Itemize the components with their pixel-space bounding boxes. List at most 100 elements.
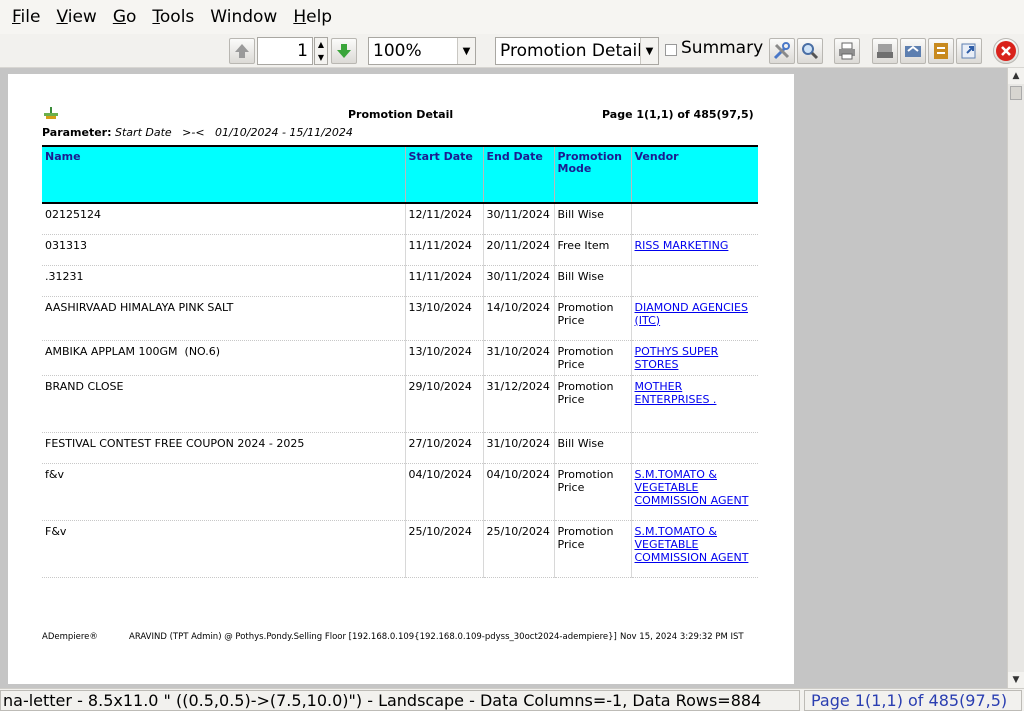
export-icon	[961, 43, 976, 59]
vendor-link[interactable]: DIAMOND AGENCIES (ITC)	[635, 301, 748, 327]
report-toolbar: 1 ▲ ▼ 100% ▼ Promotion Detail ▼ Summary	[0, 34, 1024, 68]
table-row: BRAND CLOSE 29/10/2024 31/12/2024 Promot…	[42, 375, 758, 433]
cell-promotion-mode: Promotion Price	[553, 340, 631, 376]
export-button[interactable]	[956, 38, 982, 64]
page-number-input[interactable]: 1	[257, 37, 313, 65]
column-header-end-date[interactable]: End Date	[482, 146, 554, 203]
archive-icon	[905, 45, 921, 57]
mail-printer-icon	[877, 44, 893, 58]
table-row: F&v 25/10/2024 25/10/2024 Promotion Pric…	[42, 520, 758, 578]
table-row: FESTIVAL CONTEST FREE COUPON 2024 - 2025…	[42, 432, 758, 464]
cell-end-date: 31/10/2024	[482, 340, 554, 376]
vendor-link[interactable]: S.M.TOMATO & VEGETABLE COMMISSION AGENT	[635, 525, 749, 564]
menu-bar: File View Go Tools Window Help	[0, 0, 1024, 34]
print-button[interactable]	[834, 38, 860, 64]
previous-page-button[interactable]	[229, 38, 255, 64]
menu-file[interactable]: File	[4, 0, 48, 34]
menu-go[interactable]: Go	[105, 0, 145, 34]
cell-vendor	[630, 432, 758, 464]
send-mail-button[interactable]	[872, 38, 898, 64]
menu-help[interactable]: Help	[285, 0, 340, 34]
column-header-name[interactable]: Name	[42, 146, 405, 203]
close-button[interactable]	[993, 38, 1019, 64]
next-page-button[interactable]	[331, 38, 357, 64]
cell-start-date: 27/10/2024	[404, 432, 483, 464]
footer-timestamp: Nov 15, 2024 3:29:32 PM IST	[620, 632, 744, 642]
archive-button[interactable]	[900, 38, 926, 64]
menu-tools[interactable]: Tools	[144, 0, 202, 34]
cell-start-date: 11/11/2024	[404, 234, 483, 266]
scroll-up-arrow-icon[interactable]: ▲	[1008, 68, 1024, 84]
cell-name: FESTIVAL CONTEST FREE COUPON 2024 - 2025	[42, 432, 405, 464]
chevron-down-icon: ▼	[640, 38, 658, 64]
arrow-up-icon	[235, 44, 249, 58]
cell-name: F&v	[42, 520, 405, 578]
report-button[interactable]	[928, 38, 954, 64]
cell-start-date: 13/10/2024	[404, 296, 483, 341]
cell-end-date: 30/11/2024	[482, 203, 554, 235]
cell-promotion-mode: Free Item	[553, 234, 631, 266]
table-row: f&v 04/10/2024 04/10/2024 Promotion Pric…	[42, 463, 758, 521]
parameter-line: Parameter: Start Date >-< 01/10/2024 - 1…	[42, 126, 353, 139]
zoom-select[interactable]: 100% ▼	[368, 37, 476, 65]
column-header-promotion-mode[interactable]: Promotion Mode	[553, 146, 631, 203]
table-row: AASHIRVAAD HIMALAYA PINK SALT 13/10/2024…	[42, 296, 758, 341]
report-page-info: Page 1(1,1) of 485(97,5)	[602, 108, 754, 121]
scroll-down-arrow-icon[interactable]: ▼	[1008, 672, 1024, 688]
zoom-value: 100%	[373, 41, 422, 61]
cell-name: .31231	[42, 265, 405, 297]
cell-start-date: 04/10/2024	[404, 463, 483, 521]
report-icon	[934, 43, 948, 59]
page-spinner[interactable]: ▲ ▼	[314, 37, 328, 65]
cell-vendor	[630, 265, 758, 297]
arrow-down-icon	[337, 44, 351, 58]
vendor-link[interactable]: MOTHER ENTERPRISES .	[635, 380, 717, 406]
summary-label: Summary	[681, 38, 764, 58]
menu-view[interactable]: View	[48, 0, 104, 34]
column-header-vendor[interactable]: Vendor	[630, 146, 758, 203]
vendor-link[interactable]: POTHYS SUPER STORES	[635, 345, 719, 371]
cell-end-date: 31/12/2024	[482, 375, 554, 433]
summary-checkbox[interactable]	[665, 44, 677, 56]
vendor-link[interactable]: RISS MARKETING	[635, 239, 729, 252]
magnifier-icon	[802, 43, 819, 60]
parameter-label: Parameter:	[42, 126, 112, 139]
column-header-start-date[interactable]: Start Date	[404, 146, 483, 203]
chevron-down-icon: ▼	[457, 38, 475, 64]
footer-brand: ADempiere®	[42, 632, 98, 642]
cell-start-date: 29/10/2024	[404, 375, 483, 433]
cell-name: AMBIKA APPLAM 100GM (NO.6)	[42, 340, 405, 376]
report-page: Promotion Detail Page 1(1,1) of 485(97,5…	[8, 74, 794, 684]
cell-start-date: 11/11/2024	[404, 265, 483, 297]
parameter-value: Start Date >-< 01/10/2024 - 15/11/2024	[115, 126, 353, 139]
find-button[interactable]	[797, 38, 823, 64]
report-select[interactable]: Promotion Detail ▼	[495, 37, 659, 65]
cell-start-date: 13/10/2024	[404, 340, 483, 376]
footer-user: ARAVIND (TPT Admin) @ Pothys.Pondy.Selli…	[129, 632, 617, 642]
report-title: Promotion Detail	[348, 108, 454, 121]
table-row: 031313 11/11/2024 20/11/2024 Free Item R…	[42, 234, 758, 266]
cell-name: 02125124	[42, 203, 405, 235]
status-paper-info: na-letter - 8.5x11.0 " ((0.5,0.5)->(7.5,…	[0, 690, 800, 711]
menu-window[interactable]: Window	[202, 0, 285, 34]
report-table: Name Start Date End Date Promotion Mode …	[42, 145, 758, 578]
vendor-link[interactable]: S.M.TOMATO & VEGETABLE COMMISSION AGENT	[635, 468, 749, 507]
cell-promotion-mode: Bill Wise	[553, 432, 631, 464]
cell-end-date: 30/11/2024	[482, 265, 554, 297]
cell-promotion-mode: Promotion Price	[553, 375, 631, 433]
cell-end-date: 14/10/2024	[482, 296, 554, 341]
company-logo-icon	[44, 107, 58, 119]
cell-end-date: 04/10/2024	[482, 463, 554, 521]
cell-promotion-mode: Promotion Price	[553, 463, 631, 521]
vertical-scrollbar[interactable]: ▲ ▼	[1007, 68, 1024, 688]
status-page-info: Page 1(1,1) of 485(97,5)	[804, 690, 1022, 711]
cell-name: f&v	[42, 463, 405, 521]
cell-end-date: 20/11/2024	[482, 234, 554, 266]
customize-report-button[interactable]	[769, 38, 795, 64]
cell-end-date: 25/10/2024	[482, 520, 554, 578]
cell-vendor	[630, 203, 758, 235]
report-select-value: Promotion Detail	[500, 41, 642, 61]
scrollbar-thumb[interactable]	[1010, 86, 1022, 100]
tools-icon	[773, 42, 790, 60]
cell-start-date: 12/11/2024	[404, 203, 483, 235]
